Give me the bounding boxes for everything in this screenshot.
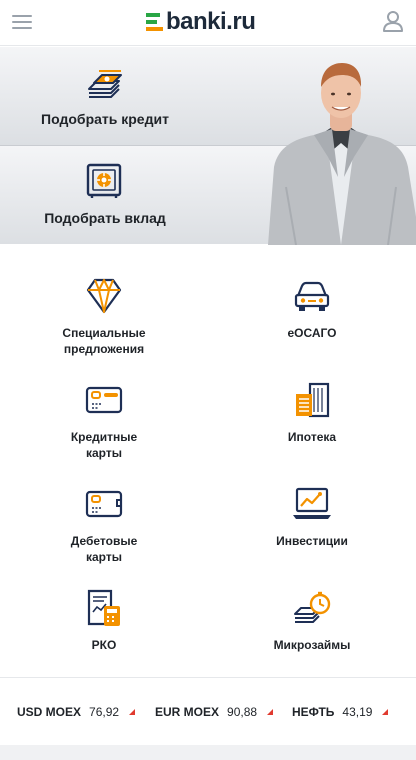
service-debit-cards[interactable]: Дебетовые карты [0,470,208,574]
user-profile-icon[interactable] [382,10,404,32]
service-mortgage[interactable]: Ипотека [208,366,416,470]
debit-card-icon [85,490,123,518]
ticker-item-oil[interactable]: НЕФТЬ 43,19 [292,705,389,719]
ticker-item-usd[interactable]: USD MOEX 76,92 [17,705,136,719]
app-header: banki.ru [0,0,416,46]
service-microloans[interactable]: Микрозаймы [208,574,416,678]
trend-up-icon [129,709,136,715]
ticker-value: 43,19 [342,705,373,719]
ticker-name: НЕФТЬ [292,705,335,719]
service-investments[interactable]: Инвестиции [208,470,416,574]
footer-strip [0,745,416,760]
service-eosago[interactable]: еОСАГО [208,262,416,366]
ticker-name: USD MOEX [17,705,82,719]
money-stack-icon [88,70,122,98]
pick-credit-label: Подобрать кредит [41,111,169,127]
service-label: Дебетовые карты [70,534,138,564]
safe-icon [86,163,122,198]
trend-up-icon [382,709,389,715]
service-label: Микрозаймы [273,638,351,652]
hero-banner: Подобрать кредит Подобрать вклад [0,47,416,245]
pick-deposit-label: Подобрать вклад [44,210,166,226]
credit-card-icon [85,386,123,414]
service-label: Кредитные карты [70,430,138,460]
logo-text: banki.ru [166,8,256,35]
service-label: Ипотека [287,430,337,444]
ticker-item-eur[interactable]: EUR MOEX 90,88 [155,705,274,719]
ticker-name: EUR MOEX [155,705,220,719]
service-label: РКО [91,638,117,652]
hamburger-menu-icon[interactable] [12,12,34,32]
money-clock-icon [294,591,331,623]
service-label: Инвестиции [276,534,348,548]
service-label: Специальные предложения [62,326,146,356]
trend-up-icon [267,709,274,715]
banki-logo[interactable]: banki.ru [146,8,256,35]
ticker-value: 76,92 [89,705,120,719]
service-rko[interactable]: РКО [0,574,208,678]
ticker-value: 90,88 [227,705,258,719]
logo-mark-icon [146,12,164,32]
service-special-offers[interactable]: Специальные предложения [0,262,208,366]
car-icon [294,281,330,311]
diamond-icon [86,278,122,314]
service-credit-cards[interactable]: Кредитные карты [0,366,208,470]
service-label: еОСАГО [287,326,337,340]
building-icon [296,382,330,418]
calculator-document-icon [87,589,120,626]
currency-ticker: USD MOEX 76,92 EUR MOEX 90,88 НЕФТЬ 43,1… [0,677,416,745]
laptop-chart-icon [293,487,331,519]
presenter-photo [268,63,416,245]
